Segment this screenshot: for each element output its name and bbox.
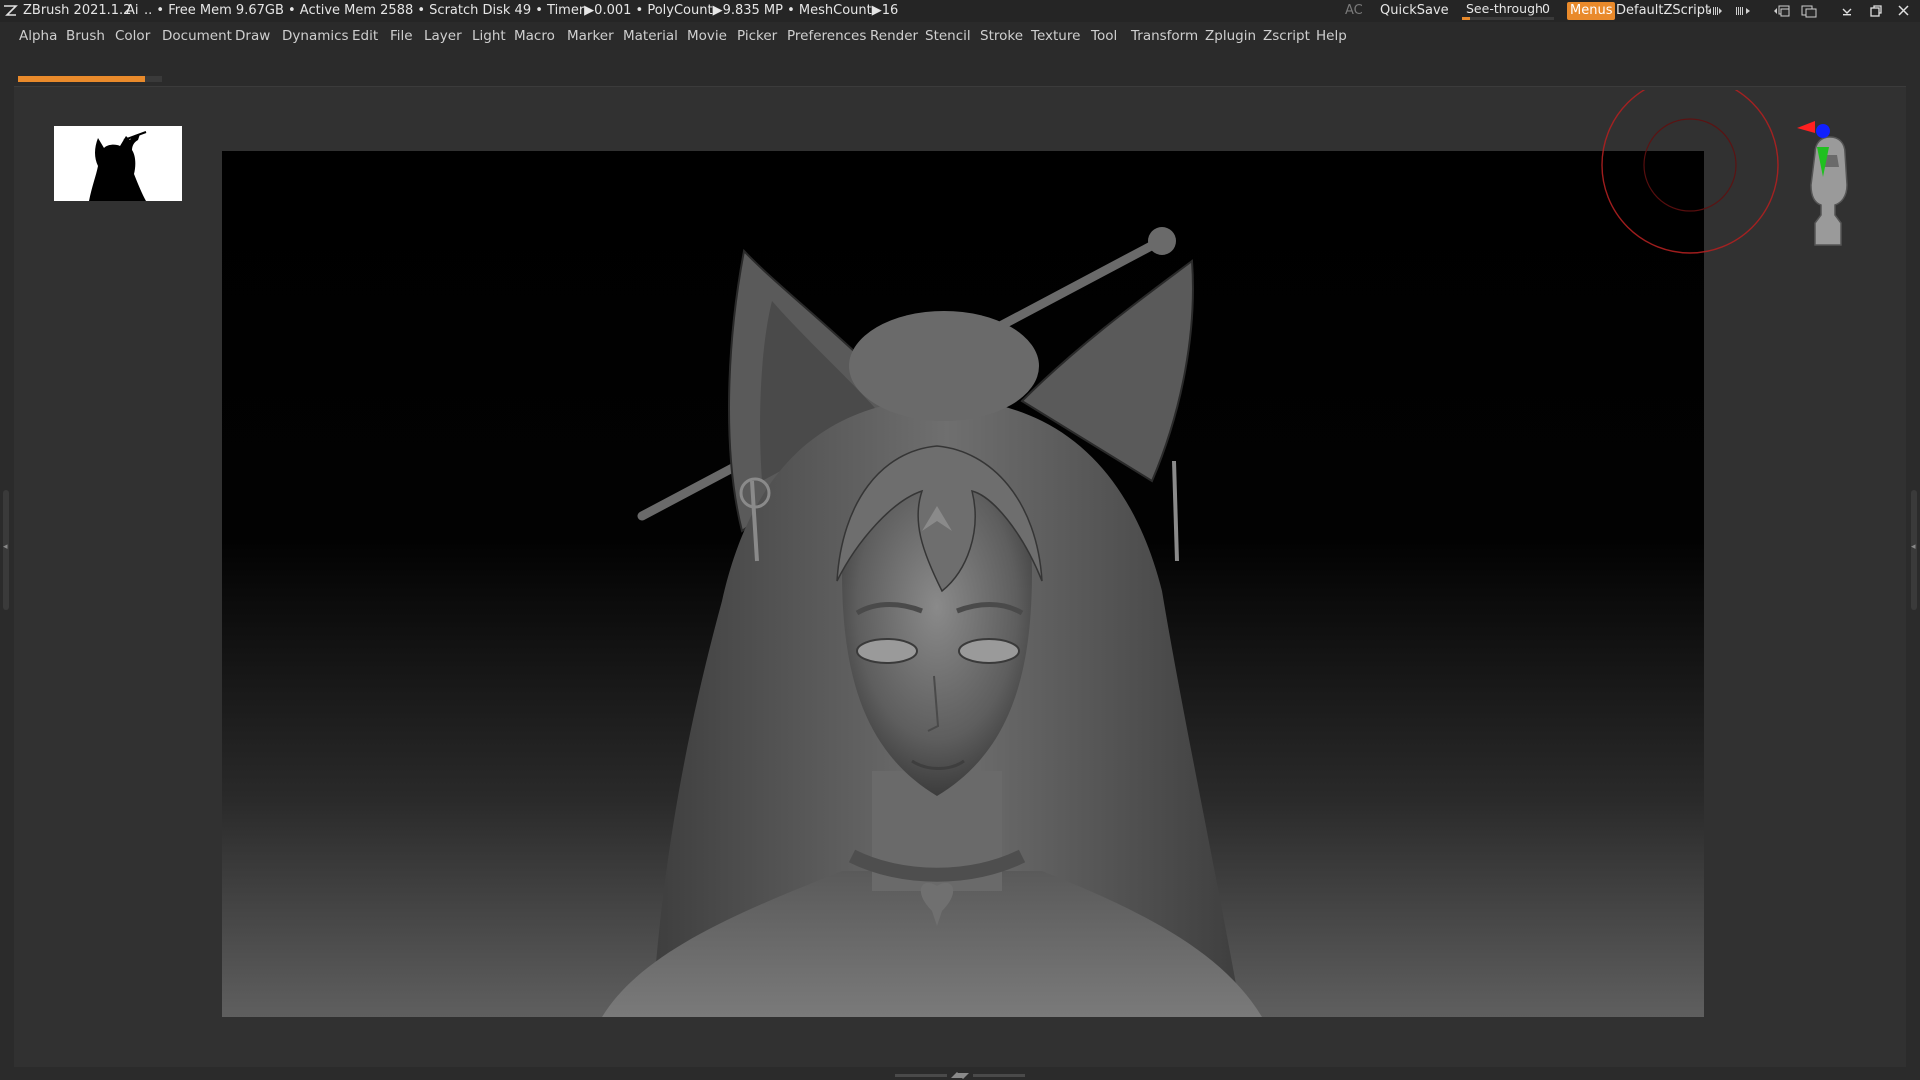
- progress-fill: [18, 76, 145, 82]
- zbrush-logo-icon: [4, 5, 18, 16]
- title-bar: ZBrush 2021.1.2 Ai .. • Free Mem 9.67GB …: [0, 0, 1920, 22]
- orientation-head-icon[interactable]: [1775, 115, 1875, 255]
- sculpt-model: [602, 227, 1262, 1017]
- menu-preferences[interactable]: Preferences: [787, 28, 866, 44]
- menu-movie[interactable]: Movie: [687, 28, 727, 44]
- menu-zplugin[interactable]: Zplugin: [1205, 28, 1256, 44]
- z-axis-dot: [1816, 124, 1830, 138]
- main-menu-bar: Alpha Brush Color Document Draw Dynamics…: [0, 22, 1920, 50]
- menu-macro[interactable]: Macro: [514, 28, 555, 44]
- see-through-fill: [1462, 17, 1470, 20]
- see-through-track[interactable]: [1462, 17, 1554, 20]
- menus-toggle-button[interactable]: Menus: [1567, 2, 1616, 20]
- x-axis-arrow: [1797, 121, 1815, 133]
- swap-layout-icon[interactable]: [1773, 3, 1791, 19]
- menu-file[interactable]: File: [390, 28, 413, 44]
- minimize-icon[interactable]: [1838, 3, 1856, 19]
- silhouette-thumbnail[interactable]: [54, 126, 182, 201]
- menu-tool[interactable]: Tool: [1091, 28, 1117, 44]
- menu-help[interactable]: Help: [1316, 28, 1347, 44]
- default-zscript-button[interactable]: DefaultZScript: [1616, 0, 1710, 22]
- menu-alpha[interactable]: Alpha: [19, 28, 57, 44]
- menu-picker[interactable]: Picker: [737, 28, 777, 44]
- menu-brush[interactable]: Brush: [66, 28, 105, 44]
- menu-stencil[interactable]: Stencil: [925, 28, 971, 44]
- menu-layer[interactable]: Layer: [424, 28, 462, 44]
- viewport-canvas[interactable]: [222, 151, 1704, 1017]
- restore-icon[interactable]: [1867, 3, 1885, 19]
- menu-material[interactable]: Material: [623, 28, 678, 44]
- status-stats: .. • Free Mem 9.67GB • Active Mem 2588 •…: [144, 3, 899, 18]
- left-tray-arrow-icon: ◂: [3, 542, 8, 552]
- menu-marker[interactable]: Marker: [567, 28, 614, 44]
- silhouette-thumbnail-icon: [89, 131, 147, 201]
- popup-icon[interactable]: [1800, 3, 1818, 19]
- quicksave-button[interactable]: QuickSave: [1380, 0, 1449, 22]
- menu-document[interactable]: Document: [162, 28, 232, 44]
- menu-stroke[interactable]: Stroke: [980, 28, 1023, 44]
- bottom-splitter-handle[interactable]: [895, 1070, 1025, 1080]
- ai-label[interactable]: Ai: [126, 0, 139, 22]
- close-icon[interactable]: [1895, 3, 1913, 19]
- menu-texture[interactable]: Texture: [1031, 28, 1080, 44]
- menu-zscript[interactable]: Zscript: [1263, 28, 1310, 44]
- menu-draw[interactable]: Draw: [235, 28, 270, 44]
- ac-button[interactable]: AC: [1345, 0, 1363, 22]
- menu-transform[interactable]: Transform: [1131, 28, 1198, 44]
- progress-bar: [18, 76, 162, 82]
- see-through-slider[interactable]: See-through 0: [1462, 0, 1554, 22]
- menu-color[interactable]: Color: [115, 28, 150, 44]
- menu-size-icon[interactable]: [1706, 3, 1724, 19]
- rotate-ring-icon[interactable]: [1600, 90, 1780, 270]
- left-tray-handle[interactable]: ◂: [3, 490, 9, 610]
- menu-light[interactable]: Light: [472, 28, 506, 44]
- menu-render[interactable]: Render: [870, 28, 918, 44]
- app-title: ZBrush 2021.1.2: [23, 3, 132, 18]
- right-tray-handle[interactable]: ◂: [1911, 490, 1917, 610]
- menu-dynamics[interactable]: Dynamics: [282, 28, 349, 44]
- menu-width-icon[interactable]: [1734, 3, 1752, 19]
- menu-edit[interactable]: Edit: [352, 28, 378, 44]
- right-tray-arrow-icon: ◂: [1911, 542, 1916, 552]
